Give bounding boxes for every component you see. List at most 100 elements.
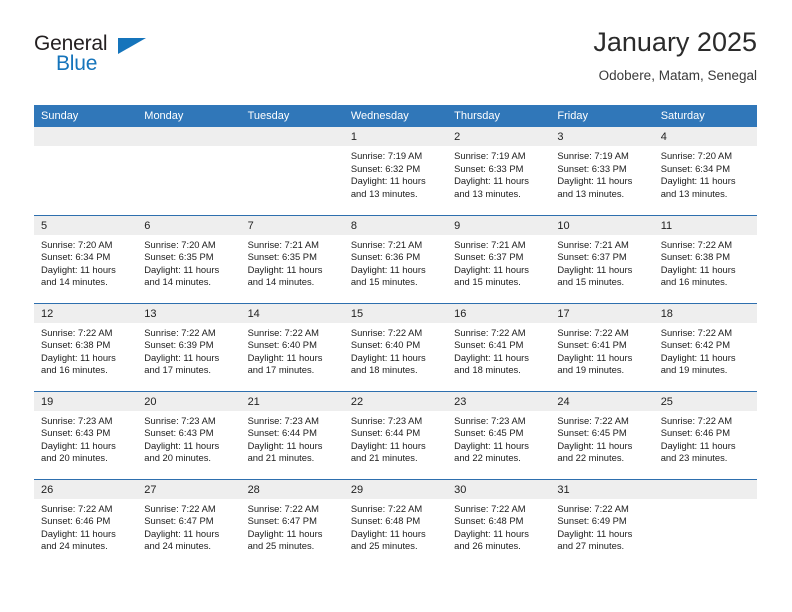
calendar-day-cell[interactable]: 8 Sunrise: 7:21 AM Sunset: 6:36 PM Daylight…	[343, 214, 448, 303]
calendar-day-cell[interactable]: 24 Sunrise: 7:22 AM Sunset: 6:45 PM Dayligh…	[550, 390, 654, 479]
calendar-cell-inner: 30 Sunrise: 7:22 AM Sunset: 6:48 PM Dayligh…	[447, 479, 551, 568]
calendar-day-cell[interactable]: 30 Sunrise: 7:22 AM Sunset: 6:48 PM Dayligh…	[447, 478, 551, 568]
day-number: 7	[240, 215, 344, 235]
day-number: 27	[137, 479, 241, 499]
calendar-day-cell[interactable]: 13 Sunrise: 7:22 AM Sunset: 6:39 PM Dayligh…	[137, 302, 241, 391]
calendar-day-cell[interactable]: 28 Sunrise: 7:22 AM Sunset: 6:47 PM Dayligh…	[240, 478, 344, 567]
day-details: Sunrise: 7:22 AM Sunset: 6:49 PM Daylight:…	[550, 499, 653, 553]
sunrise-text: Sunrise: 7:22 AM	[454, 502, 526, 514]
calendar-day-cell[interactable]: 4 Sunrise: 7:20 AM Sunset: 6:34 PM Daylight…	[653, 127, 757, 215]
daylight-text-line1: Daylight: 11 hours	[350, 351, 426, 363]
daylight-text-line2: and 16 minutes.	[41, 364, 108, 376]
daylight-text-line1: Daylight: 11 hours	[454, 439, 529, 451]
daylight-text-line1: Daylight: 11 hours	[144, 439, 220, 451]
day-number: 28	[240, 479, 344, 499]
calendar-day-cell[interactable]: 20 Sunrise: 7:23 AM Sunset: 6:43 PM Dayligh…	[137, 390, 241, 479]
calendar-day-cell[interactable]: 14 Sunrise: 7:22 AM Sunset: 6:40 PM Dayligh…	[240, 302, 344, 391]
calendar-day-cell[interactable]: 21 Sunrise: 7:23 AM Sunset: 6:44 PM Dayligh…	[240, 390, 344, 479]
daylight-text-line2: and 19 minutes.	[660, 364, 728, 376]
daylight-text-line1: Daylight: 11 hours	[350, 439, 426, 451]
day-number: 1	[343, 127, 448, 146]
day-details: Sunrise: 7:22 AM Sunset: 6:38 PM Daylight:…	[654, 235, 757, 289]
calendar-cell-empty	[240, 127, 344, 215]
calendar-day-cell[interactable]: 22 Sunrise: 7:23 AM Sunset: 6:44 PM Dayligh…	[343, 390, 448, 479]
calendar-week-row: 1 Sunrise: 7:19 AM Sunset: 6:32 PM Daylight…	[34, 127, 757, 215]
calendar-day-cell[interactable]: 5 Sunrise: 7:20 AM Sunset: 6:34 PM Daylight…	[34, 214, 138, 303]
calendar-day-cell[interactable]: 10 Sunrise: 7:21 AM Sunset: 6:37 PM Dayligh…	[550, 214, 654, 303]
calendar-cell-empty	[137, 127, 241, 215]
calendar-day-cell[interactable]: 16 Sunrise: 7:22 AM Sunset: 6:41 PM Dayligh…	[447, 302, 551, 391]
sunrise-text: Sunrise: 7:23 AM	[144, 414, 216, 426]
calendar-cell-inner: 3 Sunrise: 7:19 AM Sunset: 6:33 PM Daylight…	[550, 127, 654, 215]
general-blue-logo[interactable]: General Blue	[34, 32, 164, 84]
calendar-cell-inner: 6 Sunrise: 7:20 AM Sunset: 6:35 PM Daylight…	[137, 215, 241, 303]
daylight-text-line2: and 14 minutes.	[247, 276, 315, 288]
sunrise-text: Sunrise: 7:23 AM	[454, 414, 526, 426]
calendar-day-cell[interactable]: 12 Sunrise: 7:22 AM Sunset: 6:38 PM Dayligh…	[34, 302, 138, 391]
daylight-text-line1: Daylight: 11 hours	[557, 439, 633, 451]
sunrise-text: Sunrise: 7:22 AM	[557, 326, 629, 338]
daylight-text-line2: and 20 minutes.	[41, 452, 108, 464]
daylight-text-line2: and 17 minutes.	[247, 364, 315, 376]
day-details: Sunrise: 7:20 AM Sunset: 6:34 PM Daylight:…	[654, 146, 757, 200]
calendar-day-cell[interactable]: 1 Sunrise: 7:19 AM Sunset: 6:32 PM Daylight…	[343, 127, 448, 215]
daylight-text-line2: and 21 minutes.	[350, 452, 418, 464]
daylight-text-line1: Daylight: 11 hours	[350, 175, 426, 187]
calendar-day-cell[interactable]: 27 Sunrise: 7:22 AM Sunset: 6:47 PM Dayligh…	[137, 478, 241, 567]
calendar-day-cell[interactable]: 3 Sunrise: 7:19 AM Sunset: 6:33 PM Daylight…	[550, 127, 654, 215]
calendar-day-cell[interactable]: 6 Sunrise: 7:20 AM Sunset: 6:35 PM Daylight…	[137, 214, 241, 303]
day-number	[137, 127, 241, 146]
calendar-day-cell[interactable]: 7 Sunrise: 7:21 AM Sunset: 6:35 PM Daylight…	[240, 214, 344, 303]
day-number	[653, 479, 757, 499]
calendar-day-cell[interactable]: 15 Sunrise: 7:22 AM Sunset: 6:40 PM Dayligh…	[343, 302, 448, 391]
sunrise-text: Sunrise: 7:20 AM	[144, 238, 216, 250]
sunset-text: Sunset: 6:45 PM	[557, 427, 627, 439]
day-number: 25	[653, 391, 757, 411]
calendar-cell-inner: 24 Sunrise: 7:22 AM Sunset: 6:45 PM Dayligh…	[550, 391, 654, 479]
daylight-text-line1: Daylight: 11 hours	[557, 175, 633, 187]
sunset-text: Sunset: 6:44 PM	[247, 427, 317, 439]
sunset-text: Sunset: 6:37 PM	[454, 251, 524, 263]
daylight-text-line1: Daylight: 11 hours	[660, 263, 736, 275]
calendar-cell-inner: 23 Sunrise: 7:23 AM Sunset: 6:45 PM Dayligh…	[447, 391, 551, 479]
daylight-text-line2: and 26 minutes.	[454, 540, 521, 552]
sunset-text: Sunset: 6:48 PM	[454, 515, 524, 527]
daylight-text-line2: and 24 minutes.	[144, 540, 211, 552]
sunrise-text: Sunrise: 7:19 AM	[557, 150, 629, 161]
daylight-text-line1: Daylight: 11 hours	[350, 527, 426, 539]
day-number: 4	[653, 127, 757, 146]
calendar-cell-inner: 26 Sunrise: 7:22 AM Sunset: 6:46 PM Dayligh…	[34, 479, 138, 568]
day-number: 22	[343, 391, 448, 411]
calendar-day-cell[interactable]: 17 Sunrise: 7:22 AM Sunset: 6:41 PM Dayligh…	[550, 302, 654, 391]
day-details: Sunrise: 7:23 AM Sunset: 6:45 PM Daylight:…	[447, 411, 550, 465]
calendar-cell-inner: 20 Sunrise: 7:23 AM Sunset: 6:43 PM Dayligh…	[137, 391, 241, 479]
day-details: Sunrise: 7:22 AM Sunset: 6:46 PM Daylight:…	[34, 499, 137, 553]
calendar-cell-inner: 9 Sunrise: 7:21 AM Sunset: 6:37 PM Daylight…	[447, 215, 551, 303]
daylight-text-line2: and 13 minutes.	[454, 187, 521, 199]
daylight-text-line2: and 13 minutes.	[350, 187, 418, 199]
calendar-day-cell[interactable]: 26 Sunrise: 7:22 AM Sunset: 6:46 PM Dayligh…	[34, 478, 138, 568]
day-number: 19	[34, 391, 138, 411]
daylight-text-line1: Daylight: 11 hours	[557, 263, 633, 275]
weekday-header-row: Sunday Monday Tuesday Wednesday Thursday…	[34, 105, 757, 127]
calendar-day-cell[interactable]: 18 Sunrise: 7:22 AM Sunset: 6:42 PM Dayligh…	[653, 302, 757, 391]
calendar-day-cell[interactable]: 11 Sunrise: 7:22 AM Sunset: 6:38 PM Dayligh…	[653, 214, 757, 303]
day-details: Sunrise: 7:22 AM Sunset: 6:39 PM Daylight:…	[137, 323, 240, 377]
calendar-day-cell[interactable]: 19 Sunrise: 7:23 AM Sunset: 6:43 PM Dayligh…	[34, 390, 138, 479]
sunrise-text: Sunrise: 7:22 AM	[41, 502, 113, 514]
calendar-day-cell[interactable]: 29 Sunrise: 7:22 AM Sunset: 6:48 PM Dayligh…	[343, 478, 448, 567]
day-details: Sunrise: 7:22 AM Sunset: 6:45 PM Daylight:…	[550, 411, 653, 465]
calendar-day-cell[interactable]: 2 Sunrise: 7:19 AM Sunset: 6:33 PM Daylight…	[447, 127, 551, 215]
weekday-header-saturday: Saturday	[653, 105, 757, 127]
calendar-day-cell[interactable]: 25 Sunrise: 7:22 AM Sunset: 6:46 PM Dayligh…	[653, 390, 757, 479]
calendar-cell-inner: 14 Sunrise: 7:22 AM Sunset: 6:40 PM Dayligh…	[240, 303, 344, 391]
sunrise-text: Sunrise: 7:22 AM	[660, 414, 733, 426]
day-number: 30	[447, 479, 551, 499]
day-number: 18	[653, 303, 757, 323]
calendar-day-cell[interactable]: 9 Sunrise: 7:21 AM Sunset: 6:37 PM Daylight…	[447, 214, 551, 303]
day-details: Sunrise: 7:22 AM Sunset: 6:40 PM Daylight:…	[344, 323, 447, 377]
calendar-day-cell[interactable]: 31 Sunrise: 7:22 AM Sunset: 6:49 PM Dayligh…	[550, 478, 654, 567]
sunset-text: Sunset: 6:37 PM	[557, 251, 627, 263]
calendar-day-cell[interactable]: 23 Sunrise: 7:23 AM Sunset: 6:45 PM Dayligh…	[447, 390, 551, 479]
day-details: Sunrise: 7:20 AM Sunset: 6:35 PM Daylight:…	[137, 235, 240, 289]
